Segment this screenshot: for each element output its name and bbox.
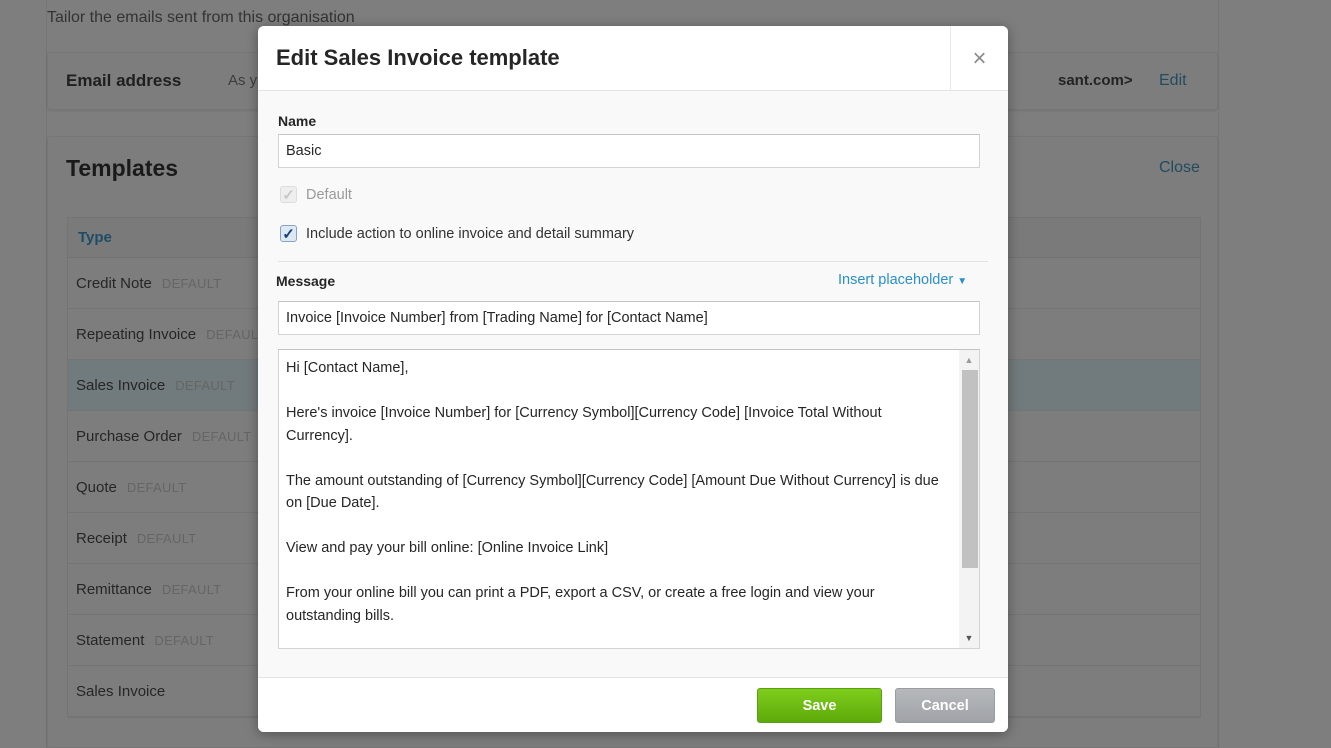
column-header-type[interactable]: Type <box>78 229 112 246</box>
message-body-textarea[interactable]: Hi [Contact Name], Here's invoice [Invoic… <box>278 349 980 649</box>
message-body-text[interactable]: Hi [Contact Name], Here's invoice [Invoic… <box>286 357 946 648</box>
message-label: Message <box>276 273 336 289</box>
default-badge: DEFAULT <box>161 582 222 597</box>
cancel-button[interactable]: Cancel <box>895 688 995 723</box>
edit-email-link[interactable]: Edit <box>1159 72 1187 90</box>
template-type-cell: Credit Note DEFAULT <box>76 275 222 292</box>
message-body-paragraph: Here's invoice [Invoice Number] for [Cur… <box>286 405 882 444</box>
scroll-down-arrow-icon[interactable]: ▼ <box>959 628 979 648</box>
template-type-name[interactable]: Purchase Order <box>76 428 182 445</box>
template-type-cell: Purchase Order DEFAULT <box>76 428 252 445</box>
include-action-checkbox-label[interactable]: Include action to online invoice and det… <box>306 226 634 242</box>
default-badge: DEFAULT <box>175 378 235 393</box>
default-checkbox: ✓ <box>280 186 297 204</box>
scroll-up-arrow-icon[interactable]: ▲ <box>959 350 979 370</box>
template-type-cell: Sales Invoice DEFAULT <box>76 377 235 394</box>
template-type-cell: Sales Invoice <box>76 683 175 700</box>
page-column-divider <box>1218 0 1219 748</box>
close-dialog-button[interactable]: × <box>950 26 1008 91</box>
message-body-paragraph: View and pay your bill online: [Online I… <box>286 540 609 556</box>
email-address-label: Email address <box>66 71 182 90</box>
default-checkbox-label: Default <box>306 186 352 203</box>
page-subtitle: Tailor the emails sent from this organis… <box>47 9 355 26</box>
scrollbar-thumb[interactable] <box>962 370 978 568</box>
template-type-cell: Statement DEFAULT <box>76 632 214 649</box>
include-action-checkbox[interactable]: ✓ <box>280 225 297 243</box>
template-type-name[interactable]: Sales Invoice <box>76 683 165 700</box>
name-input[interactable]: Basic <box>278 134 980 168</box>
default-checkbox-row: ✓ Default <box>280 186 352 204</box>
message-body-paragraph: From your online bill you can print a PD… <box>286 585 875 624</box>
default-badge: DEFAULT <box>126 480 187 495</box>
default-badge: DEFAULT <box>191 429 252 444</box>
email-address-description: As y <box>228 72 258 89</box>
template-type-name[interactable]: Receipt <box>76 530 127 547</box>
section-divider <box>278 261 988 262</box>
subject-input[interactable]: Invoice [Invoice Number] from [Trading N… <box>278 301 980 335</box>
template-type-name[interactable]: Quote <box>76 479 117 496</box>
insert-placeholder-label: Insert placeholder <box>838 272 954 288</box>
template-type-name[interactable]: Sales Invoice <box>76 377 165 394</box>
close-icon: × <box>972 44 987 72</box>
dialog-header: Edit Sales Invoice template × <box>258 26 1008 91</box>
template-type-cell: Repeating Invoice DEFAULT <box>76 326 266 343</box>
caret-down-icon: ▼ <box>957 276 968 287</box>
template-type-name[interactable]: Credit Note <box>76 275 152 292</box>
save-button[interactable]: Save <box>757 688 882 723</box>
include-action-checkbox-row: ✓ Include action to online invoice and d… <box>280 225 634 243</box>
template-type-cell: Quote DEFAULT <box>76 479 187 496</box>
insert-placeholder-dropdown[interactable]: Insert placeholder ▼ <box>838 272 967 288</box>
default-badge: DEFAULT <box>136 531 197 546</box>
default-badge: DEFAULT <box>161 276 222 291</box>
templates-title: Templates <box>66 155 179 181</box>
edit-template-dialog: Edit Sales Invoice template × Name Basic… <box>258 26 1008 732</box>
name-label: Name <box>278 113 317 129</box>
message-body-paragraph: Hi [Contact Name], <box>286 360 409 376</box>
message-body-paragraph: The amount outstanding of [Currency Symb… <box>286 472 939 512</box>
dialog-title: Edit Sales Invoice template <box>276 45 560 70</box>
close-templates-link[interactable]: Close <box>1159 159 1200 177</box>
email-address-value: sant.com> <box>1058 72 1133 89</box>
textarea-scrollbar[interactable]: ▲ ▼ <box>959 350 979 648</box>
template-type-name[interactable]: Repeating Invoice <box>76 326 196 343</box>
default-badge: DEFAULT <box>154 633 215 648</box>
template-type-cell: Remittance DEFAULT <box>76 581 222 598</box>
template-type-name[interactable]: Remittance <box>76 581 152 598</box>
template-type-cell: Receipt DEFAULT <box>76 530 197 547</box>
template-type-name[interactable]: Statement <box>76 632 144 649</box>
dialog-footer: Save Cancel <box>258 677 1008 732</box>
default-badge: DEFAULT <box>206 327 266 342</box>
